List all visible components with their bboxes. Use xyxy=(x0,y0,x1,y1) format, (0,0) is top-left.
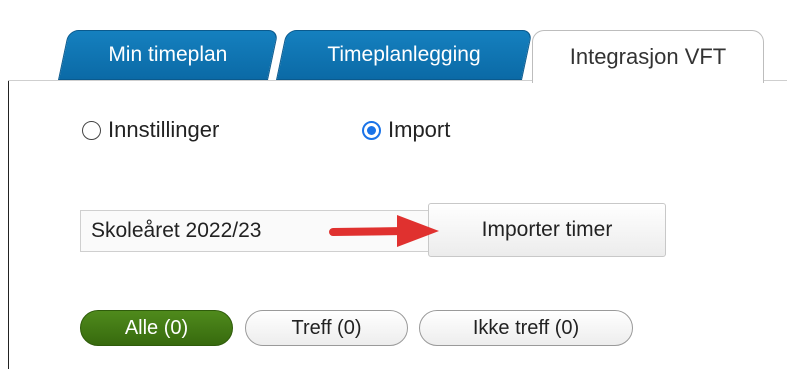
red-arrow-icon xyxy=(329,215,439,247)
tab-timeplanlegging[interactable]: Timeplanlegging xyxy=(276,30,533,80)
tab-label: Min timeplan xyxy=(108,43,228,66)
radio-innstillinger[interactable]: Innstillinger xyxy=(82,114,219,146)
radio-label: Innstillinger xyxy=(108,117,220,142)
app-window: Min timeplan Timeplanlegging Integrasjon… xyxy=(0,0,787,369)
radio-button-unchecked[interactable] xyxy=(82,120,101,140)
filter-label: Treff (0) xyxy=(291,316,362,339)
tab-label: Timeplanlegging xyxy=(327,43,481,66)
import-button-label: Importer timer xyxy=(481,218,613,241)
radio-import[interactable]: Import xyxy=(362,114,450,146)
panel-left-border xyxy=(8,80,9,369)
tab-integrasjon-vft[interactable]: Integrasjon VFT xyxy=(532,30,764,83)
filter-alle[interactable]: Alle (0) xyxy=(80,310,233,346)
filter-ikke-treff[interactable]: Ikke treff (0) xyxy=(419,310,633,346)
radio-button-checked[interactable] xyxy=(362,120,381,140)
import-timer-button[interactable]: Importer timer xyxy=(428,203,666,257)
tab-label: Integrasjon VFT xyxy=(569,44,727,69)
tab-min-timeplan[interactable]: Min timeplan xyxy=(58,30,279,80)
filter-treff[interactable]: Treff (0) xyxy=(245,310,408,346)
filter-label: Ikke treff (0) xyxy=(472,316,580,339)
filter-label: Alle (0) xyxy=(124,316,189,339)
radio-label: Import xyxy=(388,117,451,142)
school-year-value: Skoleåret 2022/23 xyxy=(91,219,262,242)
